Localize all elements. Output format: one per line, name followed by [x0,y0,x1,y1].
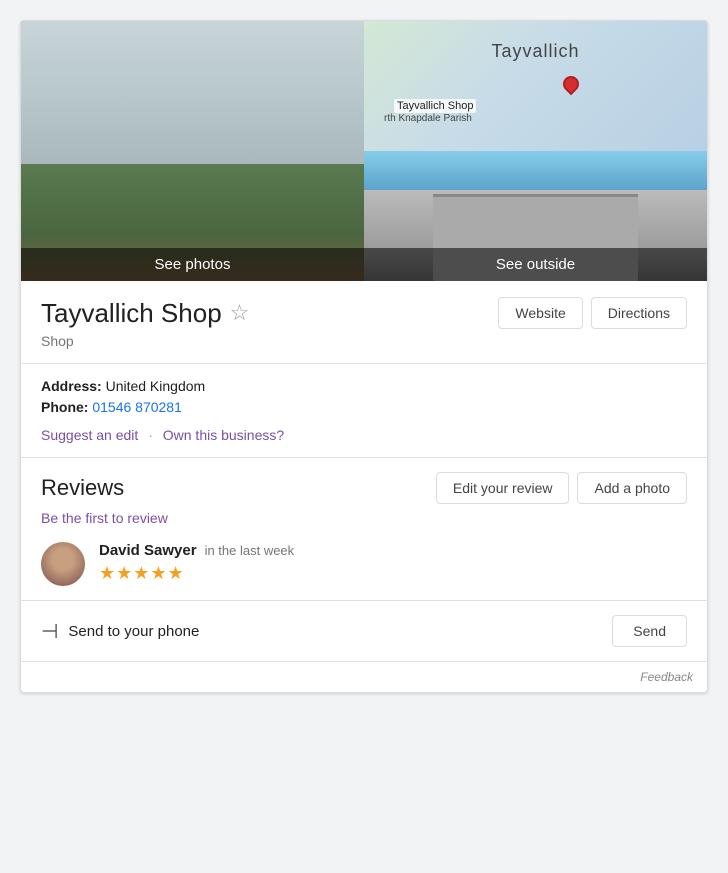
see-photos-label[interactable]: See photos [21,248,364,281]
reviewer-info: David Sawyer in the last week ★★★★★ [99,542,687,584]
map-image: Tayvallich Tayvallich Shop rth Knapdale … [364,21,707,151]
be-first-link[interactable]: Be the first to review [41,510,687,526]
website-button[interactable]: Website [498,297,582,329]
directions-button[interactable]: Directions [591,297,687,329]
map-city-label: Tayvallich [491,41,579,62]
own-business-link[interactable]: Own this business? [163,427,284,443]
reviews-title: Reviews [41,475,124,501]
send-left: ⊣ Send to your phone [41,619,199,644]
edit-review-button[interactable]: Edit your review [436,472,570,504]
send-text: Send to your phone [68,623,199,640]
add-photo-button[interactable]: Add a photo [577,472,687,504]
business-card: See photos Tayvallich Tayvallich Shop rt… [20,20,708,693]
business-type: Shop [41,333,687,349]
title-row: Tayvallich Shop ☆ Website Directions [41,297,687,329]
feedback-row: Feedback [21,662,707,692]
address-label: Address: [41,378,102,394]
avatar-image [41,542,85,586]
dot-separator: · [148,427,153,443]
reviewer-name-row: David Sawyer in the last week [99,542,687,559]
edit-links: Suggest an edit · Own this business? [41,427,687,443]
feedback-link[interactable]: Feedback [640,670,693,684]
map-thumbnail[interactable]: Tayvallich Tayvallich Shop rth Knapdale … [364,21,707,151]
reviews-header: Reviews Edit your review Add a photo [41,472,687,504]
reviewer-name: David Sawyer [99,542,197,559]
avatar [41,542,85,586]
send-button[interactable]: Send [612,615,687,647]
phone-number[interactable]: 01546 870281 [92,399,182,415]
reviews-section: Reviews Edit your review Add a photo Be … [21,458,707,601]
send-section: ⊣ Send to your phone Send [21,601,707,662]
map-knapdale-label: rth Knapdale Parish [384,113,472,124]
reviewer-row: David Sawyer in the last week ★★★★★ [41,542,687,586]
action-buttons: Website Directions [498,297,687,329]
address-value: United Kingdom [106,378,206,394]
info-section: Tayvallich Shop ☆ Website Directions Sho… [21,281,707,364]
phone-line: Phone: 01546 870281 [41,399,687,415]
favorite-star-icon[interactable]: ☆ [230,300,250,326]
photo-grid: See photos Tayvallich Tayvallich Shop rt… [21,21,707,281]
main-photo[interactable]: See photos [21,21,364,281]
reviews-buttons: Edit your review Add a photo [436,472,687,504]
map-pin [563,76,579,98]
address-line: Address: United Kingdom [41,378,687,394]
map-pin-head [560,73,583,96]
star-rating: ★★★★★ [99,563,687,584]
address-section: Address: United Kingdom Phone: 01546 870… [21,364,707,458]
phone-label: Phone: [41,399,88,415]
map-shop-label: Tayvallich Shop [394,99,476,113]
see-outside-label[interactable]: See outside [364,248,707,281]
street-view-photo[interactable]: See outside [364,151,707,281]
suggest-edit-link[interactable]: Suggest an edit [41,427,138,443]
reviewer-time: in the last week [205,543,295,558]
title-left: Tayvallich Shop ☆ [41,298,249,329]
business-title: Tayvallich Shop [41,298,222,329]
main-photo-img [21,21,364,281]
send-phone-icon: ⊣ [41,619,58,644]
